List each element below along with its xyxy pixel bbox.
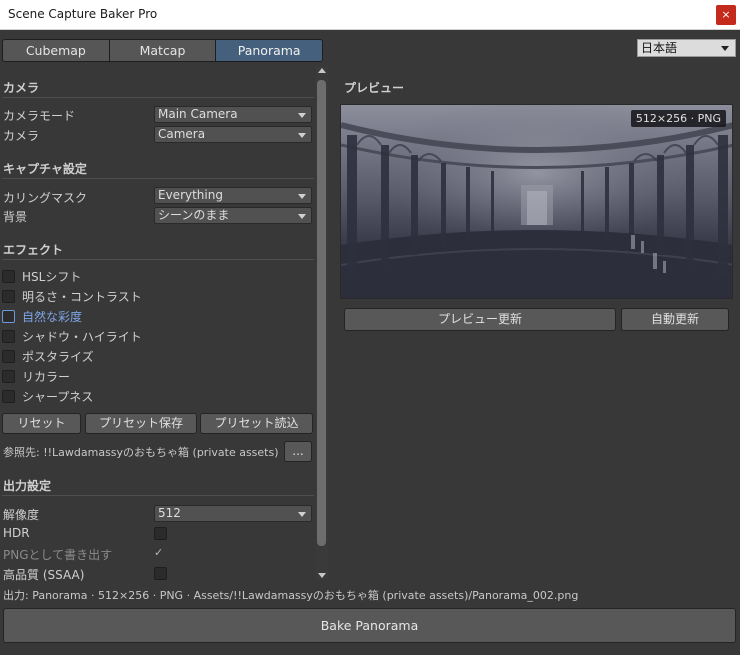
effect-label: HSLシフト bbox=[22, 269, 82, 284]
camera-mode-value: Main Camera bbox=[158, 107, 238, 121]
hdr-label: HDR bbox=[3, 526, 30, 540]
divider bbox=[2, 178, 314, 179]
tab-matcap[interactable]: Matcap bbox=[109, 40, 217, 61]
divider bbox=[2, 97, 314, 98]
effects-section-title: エフェクト bbox=[3, 243, 64, 257]
effect-hsl-shift[interactable]: HSLシフト bbox=[2, 268, 81, 284]
load-preset-button[interactable]: プリセット読込 bbox=[200, 413, 313, 434]
camera-mode-label: カメラモード bbox=[3, 109, 76, 123]
camera-label: カメラ bbox=[3, 129, 40, 143]
auto-update-button[interactable]: 自動更新 bbox=[621, 308, 729, 331]
effect-label: シャドウ・ハイライト bbox=[22, 329, 142, 344]
resolution-value: 512 bbox=[158, 506, 181, 520]
effect-posterize[interactable]: ポスタライズ bbox=[2, 348, 94, 364]
scroll-thumb[interactable] bbox=[317, 80, 326, 546]
output-section-title: 出力設定 bbox=[3, 479, 52, 493]
output-path: 出力: Panorama · 512×256 · PNG · Assets/!!… bbox=[3, 589, 579, 602]
hdr-checkbox[interactable] bbox=[154, 527, 167, 540]
preview-image: 512×256 · PNG bbox=[340, 104, 733, 299]
divider bbox=[2, 495, 314, 496]
close-button[interactable]: × bbox=[716, 5, 736, 25]
ssaa-checkbox[interactable] bbox=[154, 567, 167, 580]
camera-value: Camera bbox=[158, 127, 206, 141]
divider bbox=[2, 259, 314, 260]
effect-sharpness[interactable]: シャープネス bbox=[2, 388, 93, 404]
background-label: 背景 bbox=[3, 210, 28, 224]
background-value: シーンのまま bbox=[158, 208, 230, 222]
checkbox[interactable] bbox=[2, 309, 15, 323]
preview-resolution-badge: 512×256 · PNG bbox=[630, 110, 726, 127]
chevron-down-icon bbox=[298, 512, 306, 517]
culling-mask-dropdown[interactable]: Everything bbox=[154, 187, 312, 204]
panorama-preview-render bbox=[341, 105, 732, 298]
chevron-down-icon bbox=[298, 113, 306, 118]
capture-section-title: キャプチャ設定 bbox=[3, 162, 87, 176]
camera-dropdown[interactable]: Camera bbox=[154, 126, 312, 143]
checkbox[interactable] bbox=[2, 369, 15, 383]
scroll-up-icon[interactable] bbox=[318, 68, 326, 73]
effect-label: 明るさ・コントラスト bbox=[22, 289, 142, 304]
effect-label: 自然な彩度 bbox=[22, 309, 83, 324]
chevron-down-icon bbox=[298, 214, 306, 219]
preview-section-title: プレビュー bbox=[344, 81, 405, 95]
window-title: Scene Capture Baker Pro bbox=[8, 7, 158, 21]
effect-label: シャープネス bbox=[22, 389, 94, 404]
refresh-preview-button[interactable]: プレビュー更新 bbox=[344, 308, 616, 331]
culling-mask-value: Everything bbox=[158, 188, 223, 202]
ssaa-label: 高品質 (SSAA) bbox=[3, 568, 85, 582]
save-preset-button[interactable]: プリセット保存 bbox=[85, 413, 197, 434]
tab-panorama[interactable]: Panorama bbox=[216, 40, 322, 61]
camera-section-title: カメラ bbox=[3, 81, 40, 95]
preset-reference-path: 参照先: !!Lawdamassyのおもちゃ箱 (private assets) bbox=[3, 446, 279, 459]
png-export-check-icon: ✓ bbox=[154, 546, 164, 559]
reset-button[interactable]: リセット bbox=[2, 413, 81, 434]
bake-panorama-button[interactable]: Bake Panorama bbox=[3, 608, 736, 643]
language-value: 日本語 bbox=[641, 41, 678, 55]
effect-label: リカラー bbox=[22, 369, 71, 384]
camera-mode-dropdown[interactable]: Main Camera bbox=[154, 106, 312, 123]
left-panel-scrollbar[interactable] bbox=[316, 66, 328, 580]
effect-shadow-highlight[interactable]: シャドウ・ハイライト bbox=[2, 328, 142, 344]
resolution-label: 解像度 bbox=[3, 508, 40, 522]
checkbox[interactable] bbox=[2, 329, 15, 343]
effect-brightness-contrast[interactable]: 明るさ・コントラスト bbox=[2, 288, 142, 304]
tab-cubemap[interactable]: Cubemap bbox=[3, 40, 110, 61]
chevron-down-icon bbox=[298, 133, 306, 138]
effect-recolor[interactable]: リカラー bbox=[2, 368, 70, 384]
title-bar: Scene Capture Baker Pro × bbox=[0, 0, 740, 30]
background-dropdown[interactable]: シーンのまま bbox=[154, 207, 312, 224]
mode-tabs: Cubemap Matcap Panorama bbox=[2, 39, 323, 62]
checkbox[interactable] bbox=[2, 289, 15, 303]
effect-vibrance[interactable]: 自然な彩度 bbox=[2, 308, 82, 324]
resolution-dropdown[interactable]: 512 bbox=[154, 505, 312, 522]
png-export-label: PNGとして書き出す bbox=[3, 548, 113, 562]
checkbox[interactable] bbox=[2, 349, 15, 363]
effect-label: ポスタライズ bbox=[22, 349, 94, 364]
browse-button[interactable]: ... bbox=[284, 441, 312, 462]
culling-mask-label: カリングマスク bbox=[3, 191, 88, 205]
scroll-down-icon[interactable] bbox=[318, 573, 326, 578]
checkbox[interactable] bbox=[2, 269, 15, 283]
checkbox[interactable] bbox=[2, 389, 15, 403]
language-dropdown[interactable]: 日本語 bbox=[637, 39, 736, 57]
chevron-down-icon bbox=[298, 194, 306, 199]
chevron-down-icon bbox=[721, 46, 729, 51]
